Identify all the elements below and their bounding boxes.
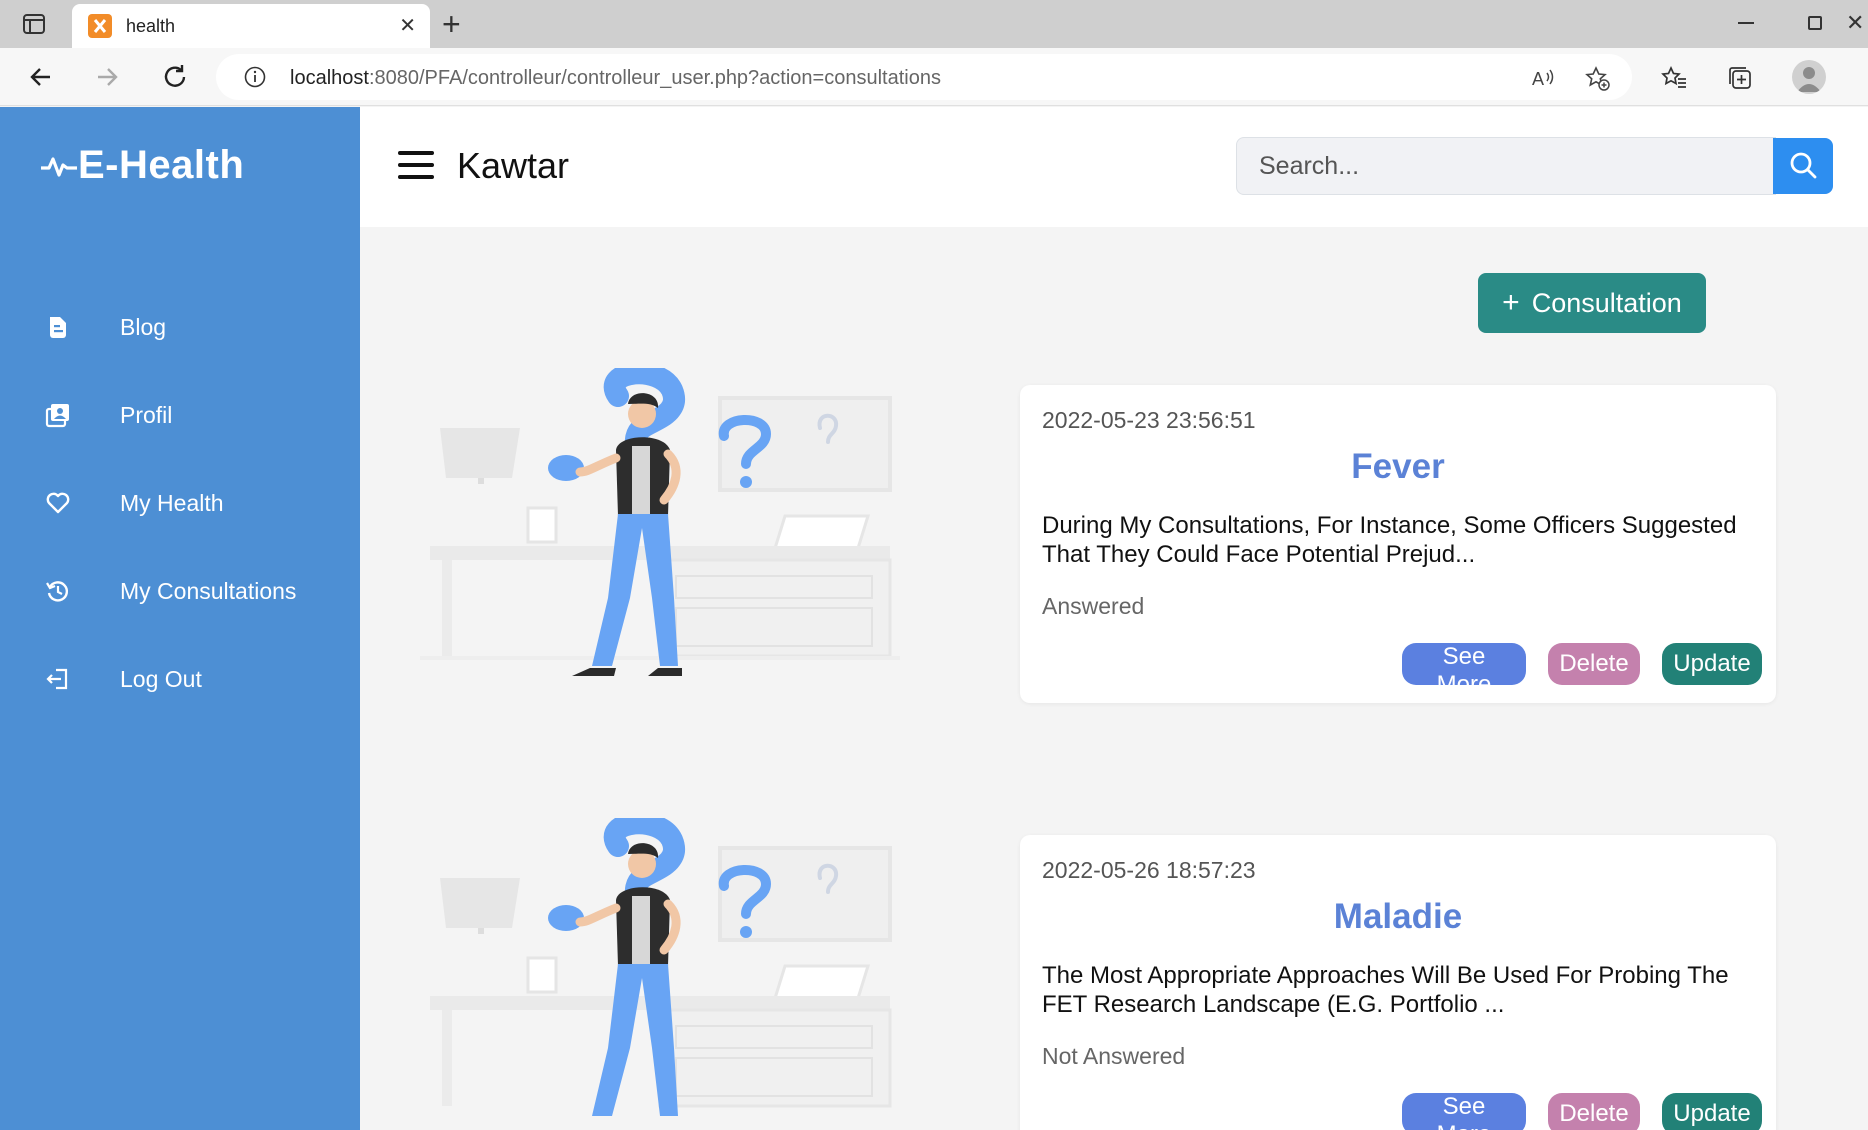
logout-icon: [46, 668, 68, 690]
sidebar: E-Health Blog Profil My Health My Consul…: [0, 107, 360, 1130]
menu-toggle-icon[interactable]: [398, 151, 434, 179]
sidebar-item-label: My Consultations: [120, 577, 297, 604]
heart-icon: [46, 492, 70, 514]
history-icon: [46, 581, 69, 602]
profile-avatar[interactable]: [1792, 60, 1826, 94]
brand-name: E-Health: [78, 143, 245, 187]
see-more-button[interactable]: See More: [1402, 1093, 1526, 1130]
sidebar-item-my-health[interactable]: My Health: [44, 481, 344, 525]
consultation-description: During My Consultations, For Instance, S…: [1042, 512, 1737, 568]
restore-icon[interactable]: [1808, 16, 1822, 30]
xampp-favicon-icon: [88, 14, 112, 38]
consultation-description: The Most Appropriate Approaches Will Be …: [1042, 962, 1729, 1018]
site-info-icon[interactable]: [244, 66, 266, 88]
tab-title: health: [126, 16, 176, 36]
read-aloud-icon[interactable]: A: [1530, 65, 1556, 91]
blog-icon: [50, 317, 66, 338]
minimize-icon[interactable]: [1738, 22, 1754, 24]
consultation-date: 2022-05-23 23:56:51: [1042, 407, 1256, 433]
top-header: Kawtar: [360, 107, 1868, 227]
consultation-status: Answered: [1042, 593, 1145, 619]
question-illustration: [430, 818, 892, 1116]
forward-icon[interactable]: [92, 62, 122, 92]
consultation-title: Maladie: [1333, 897, 1463, 936]
add-consultation-label: Consultation: [1531, 287, 1682, 318]
collections-icon[interactable]: [1726, 64, 1754, 92]
back-icon[interactable]: [26, 62, 56, 92]
consultation-title: Fever: [1351, 447, 1445, 486]
url-bar[interactable]: localhost:8080/PFA/controlleur/controlle…: [216, 54, 1632, 100]
delete-button[interactable]: Delete: [1548, 1093, 1640, 1130]
address-toolbar: localhost:8080/PFA/controlleur/controlle…: [0, 48, 1868, 106]
update-button[interactable]: Update: [1662, 643, 1762, 685]
brand-logo[interactable]: E-Health: [40, 143, 244, 188]
refresh-icon[interactable]: [160, 62, 190, 92]
profile-card-icon: [45, 404, 69, 428]
plus-icon: +: [1502, 286, 1520, 319]
new-tab-icon[interactable]: +: [442, 8, 461, 40]
sidebar-item-my-consultations[interactable]: My Consultations: [44, 569, 344, 613]
url-text: localhost:8080/PFA/controlleur/controlle…: [290, 67, 941, 89]
window-close-icon[interactable]: ✕: [1846, 10, 1864, 36]
close-tab-icon[interactable]: ✕: [399, 16, 416, 36]
consultation-card: 2022-05-23 23:56:51 Fever During My Cons…: [1020, 385, 1776, 703]
delete-button[interactable]: Delete: [1548, 643, 1640, 685]
consultation-date: 2022-05-26 18:57:23: [1042, 857, 1256, 883]
add-favorite-icon[interactable]: [1584, 65, 1610, 91]
sidebar-item-profil[interactable]: Profil: [44, 393, 344, 437]
consultation-status: Not Answered: [1042, 1043, 1186, 1069]
search-icon: [1790, 152, 1817, 178]
tab-actions-icon[interactable]: [22, 12, 46, 36]
search-button[interactable]: [1773, 138, 1833, 194]
sidebar-item-blog[interactable]: Blog: [44, 305, 344, 349]
sidebar-item-log-out[interactable]: Log Out: [44, 657, 344, 701]
question-illustration: [420, 368, 900, 676]
sidebar-item-label: My Health: [120, 489, 224, 516]
sidebar-item-label: Profil: [120, 401, 173, 428]
svg-text:A: A: [1532, 69, 1544, 89]
consultation-card: 2022-05-26 18:57:23 Maladie The Most App…: [1020, 835, 1776, 1130]
add-consultation-button[interactable]: + Consultation: [1478, 273, 1706, 333]
update-button[interactable]: Update: [1662, 1093, 1762, 1130]
browser-tab-bar: health ✕ + ✕: [0, 0, 1868, 48]
favorites-icon[interactable]: [1660, 64, 1688, 92]
user-name: Kawtar: [457, 145, 570, 186]
browser-tab[interactable]: health ✕: [72, 4, 430, 48]
pulse-icon: [41, 156, 77, 177]
search-input[interactable]: [1236, 137, 1776, 195]
sidebar-item-label: Log Out: [120, 665, 202, 692]
see-more-button[interactable]: See More: [1402, 643, 1526, 698]
sidebar-item-label: Blog: [120, 313, 167, 340]
